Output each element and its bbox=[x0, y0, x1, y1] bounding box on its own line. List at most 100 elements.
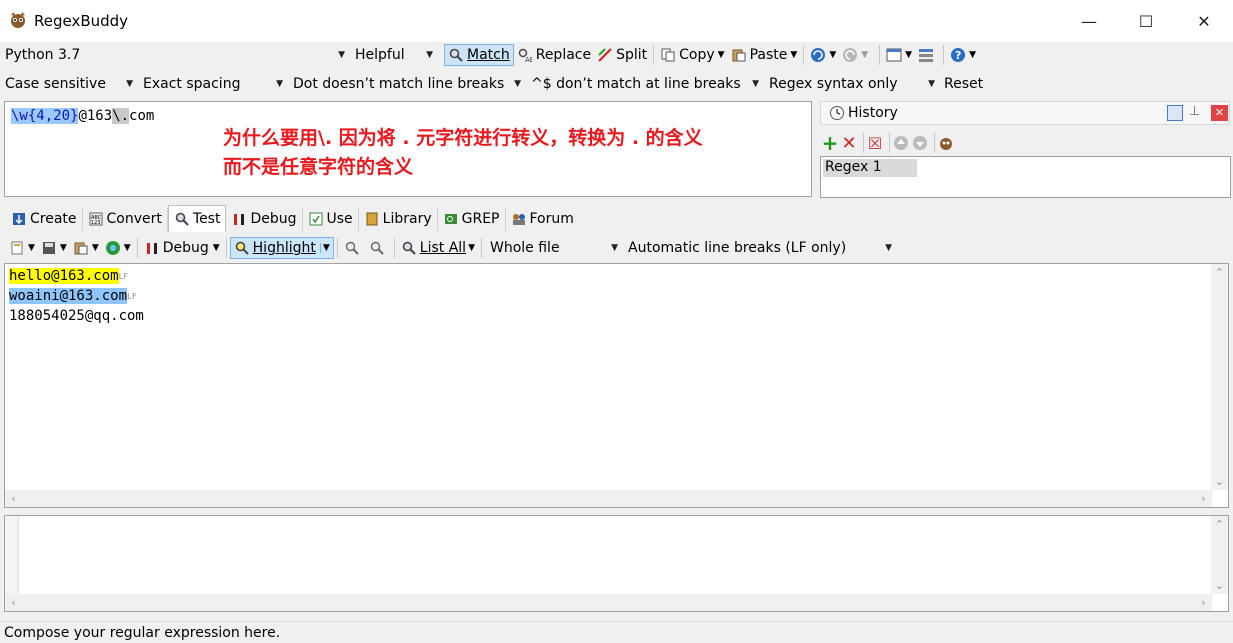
dropdown-arrow-icon: ▼ bbox=[276, 79, 283, 89]
next-match-button[interactable] bbox=[366, 237, 391, 259]
list-all-button[interactable]: List All ▼ bbox=[398, 237, 478, 259]
highlight-button[interactable]: Highlight ▼ bbox=[229, 237, 334, 259]
minimize-button[interactable]: — bbox=[1060, 0, 1118, 42]
dropdown-arrow-icon: ▼ bbox=[468, 243, 475, 253]
tab-bar: Create ABC 123 Convert Test Debug Use Libr… bbox=[6, 205, 579, 232]
regexbuddy-icon[interactable] bbox=[938, 135, 954, 151]
move-down-icon[interactable] bbox=[912, 135, 928, 151]
result-vertical-scrollbar[interactable]: ⌃ ⌄ bbox=[1211, 516, 1228, 594]
undo-icon bbox=[810, 47, 826, 63]
magnifier-icon bbox=[448, 47, 464, 63]
red-annotation: 为什么要用\. 因为将 . 元字符进行转义，转换为 . 的含义 而不是任意字符的… bbox=[223, 124, 703, 182]
tab-library-label: Library bbox=[382, 210, 432, 227]
scroll-up-icon[interactable]: ⌃ bbox=[1211, 264, 1228, 281]
result-panel[interactable]: ⌃ ⌄ ‹ › bbox=[4, 515, 1229, 612]
debug-button[interactable]: Debug ▼ bbox=[141, 237, 223, 259]
match-button[interactable]: Match bbox=[444, 44, 514, 66]
line-break-marker: LF bbox=[118, 272, 129, 281]
dropdown-arrow-icon: ▼ bbox=[861, 50, 869, 60]
syntax-select[interactable]: Regex syntax only ▼ bbox=[764, 73, 940, 95]
result-horizontal-scrollbar[interactable]: ‹ › bbox=[5, 594, 1212, 611]
horizontal-scrollbar[interactable]: ‹ › bbox=[5, 490, 1212, 507]
regex-editor[interactable]: \w{4,20}@163\.com 为什么要用\. 因为将 . 元字符进行转义，… bbox=[4, 101, 812, 197]
scroll-right-icon[interactable]: › bbox=[1195, 594, 1212, 611]
help-button[interactable]: ? ▼ bbox=[947, 44, 979, 66]
scroll-down-icon[interactable]: ⌄ bbox=[1211, 577, 1228, 594]
toolbar-separator bbox=[879, 45, 881, 65]
tab-use[interactable]: Use bbox=[303, 206, 359, 231]
replace-button[interactable]: AB Replace bbox=[514, 44, 594, 66]
tab-create[interactable]: Create bbox=[6, 206, 83, 231]
tab-convert[interactable]: ABC 123 Convert bbox=[83, 206, 168, 231]
copy-button[interactable]: Copy ▼ bbox=[657, 44, 727, 66]
scope-select[interactable]: Whole file ▼ bbox=[485, 237, 623, 259]
tab-convert-label: Convert bbox=[106, 210, 162, 227]
tab-debug[interactable]: Debug bbox=[226, 206, 303, 231]
prev-match-button[interactable] bbox=[341, 237, 366, 259]
dropdown-arrow-icon: ▼ bbox=[212, 243, 220, 253]
test-subject-editor[interactable]: hello@163.comLF woaini@163.com LF 1880540… bbox=[4, 263, 1229, 508]
test-line-1: hello@163.comLF bbox=[9, 267, 128, 286]
close-button[interactable]: ✕ bbox=[1175, 0, 1233, 42]
tab-forum[interactable]: Forum bbox=[506, 207, 579, 231]
flavor-select[interactable]: Python 3.7 ▼ bbox=[0, 44, 350, 66]
vertical-scrollbar[interactable]: ⌃ ⌄ bbox=[1211, 264, 1228, 490]
tab-grep[interactable]: GREP bbox=[438, 206, 506, 231]
tab-test[interactable]: Test bbox=[167, 205, 227, 232]
case-select[interactable]: Case sensitive ▼ bbox=[0, 73, 138, 95]
match-highlight-2: woaini@163.com bbox=[9, 288, 128, 304]
scroll-right-icon[interactable]: › bbox=[1195, 490, 1212, 507]
maximize-button[interactable]: ☐ bbox=[1117, 0, 1175, 42]
zoom-prev-icon bbox=[344, 240, 360, 256]
clipboard-button[interactable]: ▼ bbox=[70, 237, 102, 259]
helpful-select[interactable]: Helpful ▼ bbox=[350, 44, 438, 66]
delete-all-icon[interactable]: ☒ bbox=[867, 134, 883, 153]
layout-button[interactable]: ▼ bbox=[883, 44, 915, 66]
scroll-down-icon[interactable]: ⌄ bbox=[1211, 473, 1228, 490]
save-button[interactable]: ▼ bbox=[38, 237, 70, 259]
split-button[interactable]: Split bbox=[594, 44, 650, 66]
delete-icon[interactable]: ✕ bbox=[841, 133, 857, 154]
scroll-up-icon[interactable]: ⌃ bbox=[1211, 516, 1228, 533]
copy-label: Copy bbox=[679, 47, 715, 63]
test-line-3: 188054025@qq.com bbox=[9, 308, 144, 324]
copy-icon bbox=[660, 47, 676, 63]
regex-token-word: \w{4,20} bbox=[11, 108, 79, 124]
highlight-label: Highlight bbox=[252, 240, 316, 256]
paste-icon bbox=[731, 47, 747, 63]
panel-pin-icon[interactable]: ⊥ bbox=[1189, 104, 1200, 119]
spacing-select[interactable]: Exact spacing ▼ bbox=[138, 73, 288, 95]
redo-button[interactable]: ▼ bbox=[839, 44, 871, 66]
reset-button[interactable]: Reset bbox=[940, 73, 986, 95]
tab-forum-label: Forum bbox=[529, 210, 574, 227]
history-item[interactable]: Regex 1 bbox=[823, 159, 917, 177]
history-toolbar: + ✕ ☒ bbox=[822, 131, 957, 155]
layout-icon bbox=[886, 47, 902, 63]
web-button[interactable]: ▼ bbox=[102, 237, 134, 259]
paste-button[interactable]: Paste ▼ bbox=[728, 44, 801, 66]
anchors-select[interactable]: ^$ don’t match at line breaks ▼ bbox=[526, 73, 764, 95]
match-highlight-1: hello@163.com bbox=[9, 268, 119, 284]
debug-bug-icon bbox=[231, 211, 247, 227]
undo-button[interactable]: ▼ bbox=[807, 44, 839, 66]
linebreaks-value: Automatic line breaks (LF only) bbox=[628, 240, 847, 256]
move-up-icon[interactable] bbox=[893, 135, 909, 151]
dropdown-arrow-icon: ▼ bbox=[59, 243, 67, 253]
zoom-next-icon bbox=[369, 240, 385, 256]
history-header: History ⊥ ✕ bbox=[820, 101, 1230, 125]
linebreaks-select[interactable]: Automatic line breaks (LF only) ▼ bbox=[623, 237, 897, 259]
dot-select[interactable]: Dot doesn’t match line breaks ▼ bbox=[288, 73, 526, 95]
debug-label: Debug bbox=[162, 240, 209, 256]
panel-float-icon[interactable] bbox=[1167, 105, 1183, 121]
scroll-left-icon[interactable]: ‹ bbox=[5, 594, 22, 611]
add-icon[interactable]: + bbox=[822, 131, 839, 155]
panels-button[interactable] bbox=[915, 44, 940, 66]
list-magnifier-icon bbox=[401, 240, 417, 256]
scroll-left-icon[interactable]: ‹ bbox=[5, 490, 22, 507]
open-file-button[interactable]: ▼ bbox=[6, 237, 38, 259]
history-title: History bbox=[848, 105, 898, 121]
panel-close-icon[interactable]: ✕ bbox=[1211, 105, 1228, 121]
dropdown-arrow-icon: ▼ bbox=[969, 50, 976, 60]
syntax-value: Regex syntax only bbox=[769, 76, 898, 92]
tab-library[interactable]: Library bbox=[359, 206, 438, 231]
